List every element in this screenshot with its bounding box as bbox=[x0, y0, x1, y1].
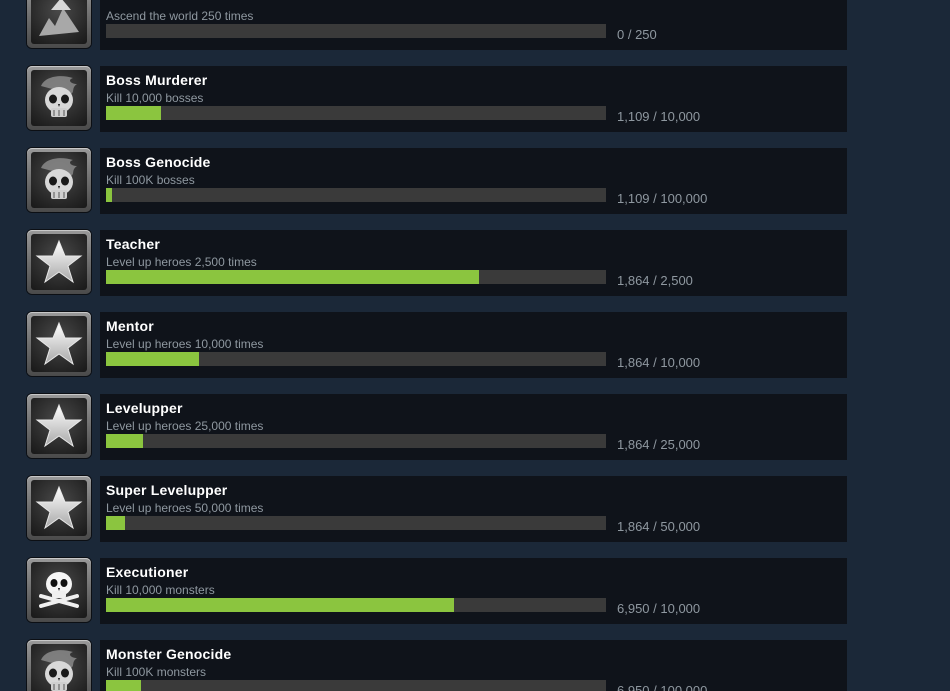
progress-bar bbox=[106, 434, 606, 448]
achievement-description: Level up heroes 25,000 times bbox=[106, 419, 264, 433]
achievement-row: Monster Genocide Kill 100K monsters 6,950 … bbox=[0, 640, 950, 691]
star-icon bbox=[31, 316, 87, 372]
achievement-panel: Monster Genocide Kill 100K monsters 6,950 … bbox=[100, 640, 847, 691]
achievement-row: Super Levelupper Level up heroes 50,000 t… bbox=[0, 476, 950, 542]
progress-count: 1,864 / 10,000 bbox=[617, 355, 701, 370]
progress-bar-fill bbox=[106, 106, 162, 120]
achievement-row: Ascend the world 250 times 0 / 250 bbox=[0, 0, 950, 50]
achievement-title: Levelupper bbox=[106, 400, 183, 416]
achievement-title: Boss Murderer bbox=[106, 72, 208, 88]
achievement-description: Ascend the world 250 times bbox=[106, 9, 254, 23]
ghost-skull-icon bbox=[31, 152, 87, 208]
skull-crossbones-icon bbox=[31, 562, 87, 618]
achievement-title: Boss Genocide bbox=[106, 154, 211, 170]
achievement-panel: Teacher Level up heroes 2,500 times 1,864 … bbox=[100, 230, 847, 296]
achievement-icon-frame bbox=[27, 0, 91, 48]
progress-bar-fill bbox=[106, 352, 200, 366]
progress-bar-fill bbox=[106, 598, 454, 612]
achievement-panel: Boss Genocide Kill 100K bosses 1,109 / 100… bbox=[100, 148, 847, 214]
star-icon bbox=[31, 234, 87, 290]
achievement-panel: Executioner Kill 10,000 monsters 6,950 / 1… bbox=[100, 558, 847, 624]
achievement-description: Level up heroes 10,000 times bbox=[106, 337, 264, 351]
progress-count: 1,109 / 10,000 bbox=[617, 109, 701, 124]
progress-bar bbox=[106, 598, 606, 612]
achievement-description: Kill 10,000 bosses bbox=[106, 91, 204, 105]
achievement-panel: Boss Murderer Kill 10,000 bosses 1,109 / 1… bbox=[100, 66, 847, 132]
star-icon bbox=[31, 480, 87, 536]
star-icon bbox=[31, 398, 87, 454]
achievement-panel: Levelupper Level up heroes 25,000 times 1,… bbox=[100, 394, 847, 460]
achievement-list: Ascend the world 250 times 0 / 250 Boss Mu… bbox=[0, 0, 950, 691]
progress-bar bbox=[106, 24, 606, 38]
progress-count: 1,109 / 100,000 bbox=[617, 191, 708, 206]
progress-bar-fill bbox=[106, 434, 144, 448]
achievement-icon-frame bbox=[27, 66, 91, 130]
progress-bar bbox=[106, 270, 606, 284]
achievement-row: Boss Murderer Kill 10,000 bosses 1,109 / 1… bbox=[0, 66, 950, 132]
achievement-description: Level up heroes 50,000 times bbox=[106, 501, 264, 515]
achievement-icon-frame bbox=[27, 312, 91, 376]
progress-count: 6,950 / 100,000 bbox=[617, 683, 708, 691]
achievement-icon-frame bbox=[27, 394, 91, 458]
ghost-skull-icon bbox=[31, 644, 87, 691]
achievement-icon-frame bbox=[27, 640, 91, 691]
progress-count: 1,864 / 50,000 bbox=[617, 519, 701, 534]
achievement-row: Mentor Level up heroes 10,000 times 1,864 … bbox=[0, 312, 950, 378]
achievement-icon-frame bbox=[27, 230, 91, 294]
progress-count: 1,864 / 2,500 bbox=[617, 273, 693, 288]
progress-bar bbox=[106, 106, 606, 120]
achievement-description: Kill 10,000 monsters bbox=[106, 583, 215, 597]
ghost-skull-icon bbox=[31, 70, 87, 126]
progress-count: 1,864 / 25,000 bbox=[617, 437, 701, 452]
achievement-title: Super Levelupper bbox=[106, 482, 228, 498]
achievement-panel: Mentor Level up heroes 10,000 times 1,864 … bbox=[100, 312, 847, 378]
achievement-title: Mentor bbox=[106, 318, 154, 334]
achievement-description: Kill 100K bosses bbox=[106, 173, 195, 187]
achievement-panel: Ascend the world 250 times 0 / 250 bbox=[100, 0, 847, 50]
progress-bar-fill bbox=[106, 188, 112, 202]
achievement-row: Teacher Level up heroes 2,500 times 1,864 … bbox=[0, 230, 950, 296]
progress-bar bbox=[106, 188, 606, 202]
progress-bar bbox=[106, 516, 606, 530]
achievement-icon-frame bbox=[27, 476, 91, 540]
progress-bar-fill bbox=[106, 680, 141, 691]
progress-bar bbox=[106, 680, 606, 691]
ascend-icon bbox=[31, 0, 87, 44]
achievement-title: Monster Genocide bbox=[106, 646, 232, 662]
achievement-row: Levelupper Level up heroes 25,000 times 1,… bbox=[0, 394, 950, 460]
achievement-title: Executioner bbox=[106, 564, 189, 580]
progress-bar bbox=[106, 352, 606, 366]
achievement-icon-frame bbox=[27, 558, 91, 622]
achievement-panel: Super Levelupper Level up heroes 50,000 t… bbox=[100, 476, 847, 542]
progress-count: 0 / 250 bbox=[617, 27, 657, 42]
achievement-icon-frame bbox=[27, 148, 91, 212]
achievement-description: Kill 100K monsters bbox=[106, 665, 207, 679]
achievement-row: Executioner Kill 10,000 monsters 6,950 / 1… bbox=[0, 558, 950, 624]
achievement-row: Boss Genocide Kill 100K bosses 1,109 / 100… bbox=[0, 148, 950, 214]
progress-bar-fill bbox=[106, 270, 479, 284]
achievement-title: Teacher bbox=[106, 236, 161, 252]
achievement-description: Level up heroes 2,500 times bbox=[106, 255, 257, 269]
progress-bar-fill bbox=[106, 516, 125, 530]
progress-count: 6,950 / 10,000 bbox=[617, 601, 701, 616]
